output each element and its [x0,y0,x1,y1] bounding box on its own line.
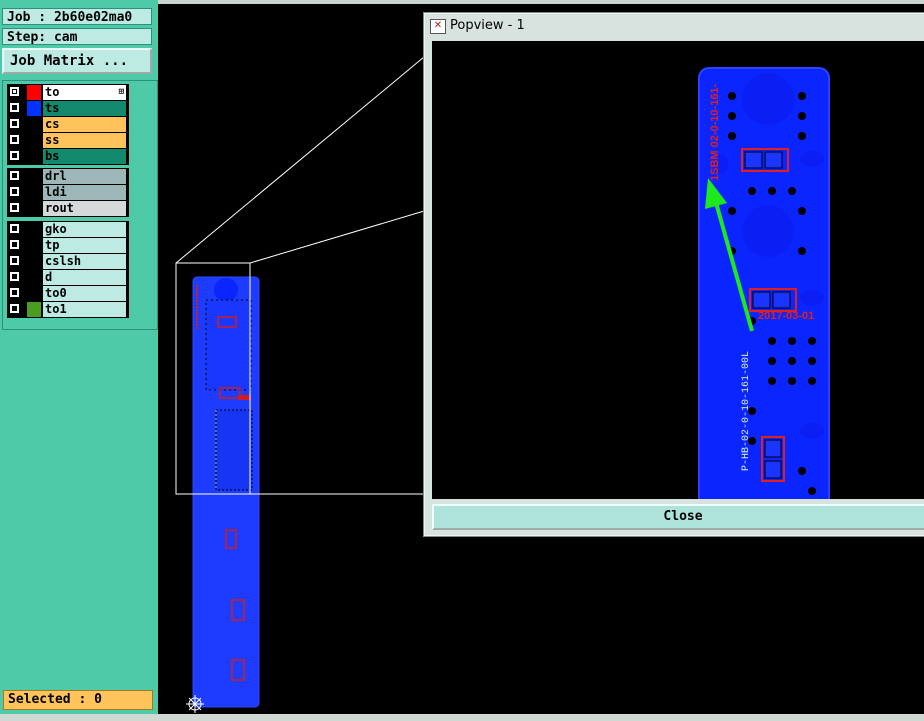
layer-name[interactable]: cs [43,117,126,132]
zoomed-pcb: 1SBM 02-0-10-161- 2017-03-01 P-HB-02-0-1… [698,67,830,499]
layer-row-gko[interactable]: gko [8,222,128,237]
popview-viewport[interactable]: 1SBM 02-0-10-161- 2017-03-01 P-HB-02-0-1… [432,41,924,499]
popview-titlebar[interactable]: ✕ Popview - 1 [428,15,924,37]
layer-row-to0[interactable]: to0 [8,286,128,301]
layer-checkbox[interactable] [10,103,19,112]
layer-row-ss[interactable]: ss [8,133,128,148]
layer-checkbox[interactable] [10,87,19,96]
layer-checkbox[interactable] [10,171,19,180]
red-date-label: 2017-03-01 [758,310,814,322]
job-matrix-button[interactable]: Job Matrix ... [2,48,152,74]
origin-crosshair-icon [186,695,204,713]
layer-name[interactable]: to0 [43,286,126,301]
layer-name[interactable]: to1 [43,302,126,317]
layer-name[interactable]: d [43,270,126,285]
popview-title: Popview - 1 [450,18,525,33]
layer-name[interactable]: drl [43,169,126,184]
layer-color-swatch[interactable] [27,302,41,317]
layer-color-swatch[interactable] [27,101,41,116]
layer-row-to[interactable]: to ⊞ [8,85,128,100]
layer-group: gko tp cslsh d to0 to1 [7,221,129,318]
layer-name[interactable]: tp [43,238,126,253]
layer-color-swatch[interactable] [27,286,41,301]
layer-row-drl[interactable]: drl [8,169,128,184]
layer-row-to1[interactable]: to1 [8,302,128,317]
layer-name[interactable]: rout [43,201,126,216]
selected-count: Selected : 0 [3,690,153,710]
bottom-toolbar-strip [0,714,924,721]
silk-vertical-label: P-HB-02-0-10-161-00L [741,351,752,471]
layer-row-ldi[interactable]: ldi [8,185,128,200]
step-label: Step: cam [2,28,152,45]
popview-app-icon: ✕ [430,19,446,34]
layer-list-panel: to ⊞ ts cs ss bs drl ldi rout gko tp cslsh d to0 to1 [2,80,158,330]
layer-row-ts[interactable]: ts [8,101,128,116]
left-panel: Job : 2b60e02ma0 Step: cam Job Matrix ..… [0,0,158,721]
layer-color-swatch[interactable] [27,270,41,285]
layer-row-cslsh[interactable]: cslsh [8,254,128,269]
layer-checkbox[interactable] [10,304,19,313]
layer-name[interactable]: bs [43,149,126,164]
layer-checkbox[interactable] [10,288,19,297]
layer-checkbox[interactable] [10,272,19,281]
layer-color-swatch[interactable] [27,117,41,132]
layer-row-bs[interactable]: bs [8,149,128,164]
layer-row-d[interactable]: d [8,270,128,285]
layer-checkbox[interactable] [10,240,19,249]
layer-checkbox[interactable] [10,151,19,160]
layer-color-swatch[interactable] [27,254,41,269]
popview-window: ✕ Popview - 1 1SBM 02-0-10-161- 2017-03-… [423,12,924,537]
close-button[interactable]: Close [432,504,924,530]
layer-name[interactable]: ss [43,133,126,148]
layer-group: drl ldi rout [7,168,129,217]
layer-color-swatch[interactable] [27,201,41,216]
red-vertical-label: 1SBM 02-0-10-161- [709,83,721,181]
layer-row-tp[interactable]: tp [8,238,128,253]
layer-name[interactable]: to ⊞ [43,85,126,100]
layer-name[interactable]: cslsh [43,254,126,269]
layer-checkbox[interactable] [10,135,19,144]
layer-checkbox[interactable] [10,256,19,265]
layer-row-cs[interactable]: cs [8,117,128,132]
layer-checkbox[interactable] [10,187,19,196]
layer-checkbox[interactable] [10,224,19,233]
layer-color-swatch[interactable] [27,133,41,148]
layer-checkbox[interactable] [10,119,19,128]
layer-color-swatch[interactable] [27,238,41,253]
layer-name[interactable]: ldi [43,185,126,200]
layer-color-swatch[interactable] [27,222,41,237]
layer-color-swatch[interactable] [27,169,41,184]
layer-name[interactable]: gko [43,222,126,237]
layer-color-swatch[interactable] [27,185,41,200]
job-label: Job : 2b60e02ma0 [2,8,152,25]
layer-row-rout[interactable]: rout [8,201,128,216]
layer-color-swatch[interactable] [27,85,41,100]
layer-expand-icon[interactable]: ⊞ [119,85,124,100]
layer-group: to ⊞ ts cs ss bs [7,84,129,165]
layer-name[interactable]: ts [43,101,126,116]
layer-checkbox[interactable] [10,203,19,212]
layer-color-swatch[interactable] [27,149,41,164]
